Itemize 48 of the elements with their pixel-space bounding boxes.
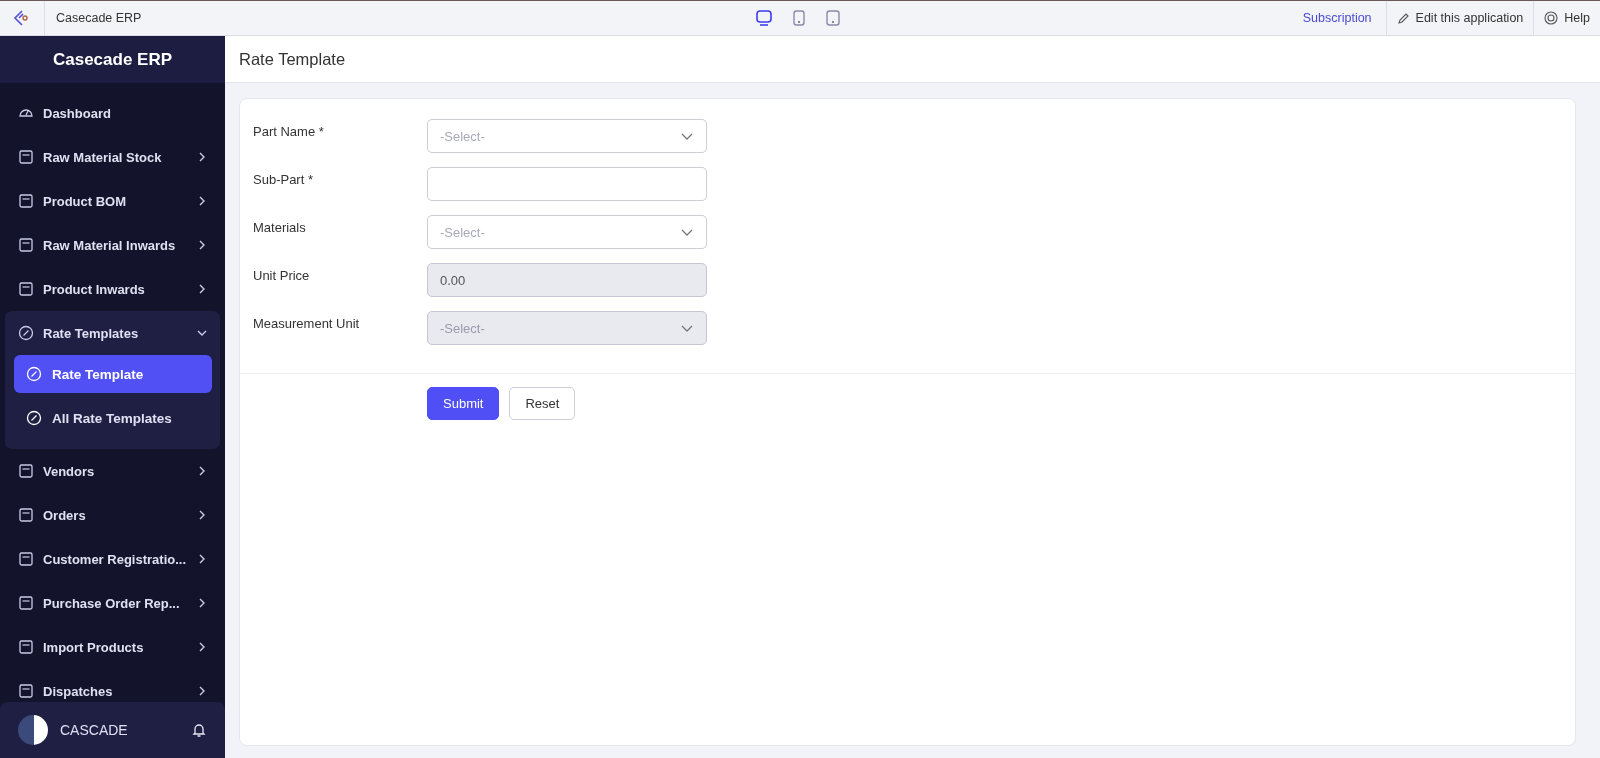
mobile-view-icon[interactable]: [791, 9, 807, 27]
field-label: Part Name *: [253, 123, 325, 141]
menu-item-icon: [18, 507, 34, 523]
menu-item-icon: [18, 281, 34, 297]
menu-item-icon: [18, 193, 34, 209]
menu-item-icon: [18, 683, 34, 699]
sidebar-item[interactable]: Orders: [5, 493, 220, 537]
menu-item-icon: [18, 325, 34, 341]
sidebar-item[interactable]: Customer Registratio...: [5, 537, 220, 581]
sidebar-item[interactable]: Import Products: [5, 625, 220, 669]
menu-item-icon: [18, 595, 34, 611]
bell-icon[interactable]: [191, 722, 207, 738]
sidebar-title: Casecade ERP: [0, 36, 225, 83]
sidebar-subitem[interactable]: All Rate Templates: [14, 399, 212, 437]
submit-button[interactable]: Submit: [427, 387, 500, 420]
menu-item-icon: [18, 463, 34, 479]
reset-button[interactable]: Reset: [509, 387, 576, 420]
sidebar-item[interactable]: Raw Material Stock: [5, 135, 220, 179]
menu-item-icon: [18, 149, 34, 165]
sidebar-item[interactable]: Product Inwards: [5, 267, 220, 311]
menu-item-icon: [18, 551, 34, 567]
user-name: CASCADE: [60, 722, 129, 738]
sidebar-item[interactable]: Vendors: [5, 449, 220, 493]
sidebar-item[interactable]: Purchase Order Rep...: [5, 581, 220, 625]
page-title: Rate Template: [239, 49, 346, 69]
sidebar-item[interactable]: Dashboard: [5, 91, 220, 135]
user-avatar: [18, 715, 48, 745]
desktop-view-icon[interactable]: [755, 9, 773, 27]
sidebar-item[interactable]: Raw Material Inwards: [5, 223, 220, 267]
sidebar-item[interactable]: Dispatches: [5, 669, 220, 702]
edit-application-link[interactable]: Edit this application: [1385, 1, 1534, 35]
sidebar-subitem[interactable]: Rate Template: [14, 355, 212, 393]
field-label: Sub-Part *: [253, 171, 314, 189]
app-name: Casecade ERP: [56, 11, 142, 25]
help-link[interactable]: Help: [1533, 1, 1600, 35]
sidebar-item[interactable]: Product BOM: [5, 179, 220, 223]
app-logo-icon[interactable]: [13, 9, 31, 27]
input-field[interactable]: [427, 167, 707, 201]
menu-item-icon: [18, 237, 34, 253]
subscription-link[interactable]: Subscription: [1292, 1, 1386, 35]
pencil-icon: [1396, 11, 1410, 25]
tablet-view-icon[interactable]: [825, 9, 841, 27]
help-icon: [1544, 11, 1559, 25]
sidebar-item[interactable]: Rate Templates: [5, 311, 220, 355]
field-label: Measurement Unit: [253, 315, 361, 333]
menu-item-icon: [18, 639, 34, 655]
field-label: Materials: [253, 219, 307, 237]
field-label: Unit Price: [253, 267, 311, 285]
